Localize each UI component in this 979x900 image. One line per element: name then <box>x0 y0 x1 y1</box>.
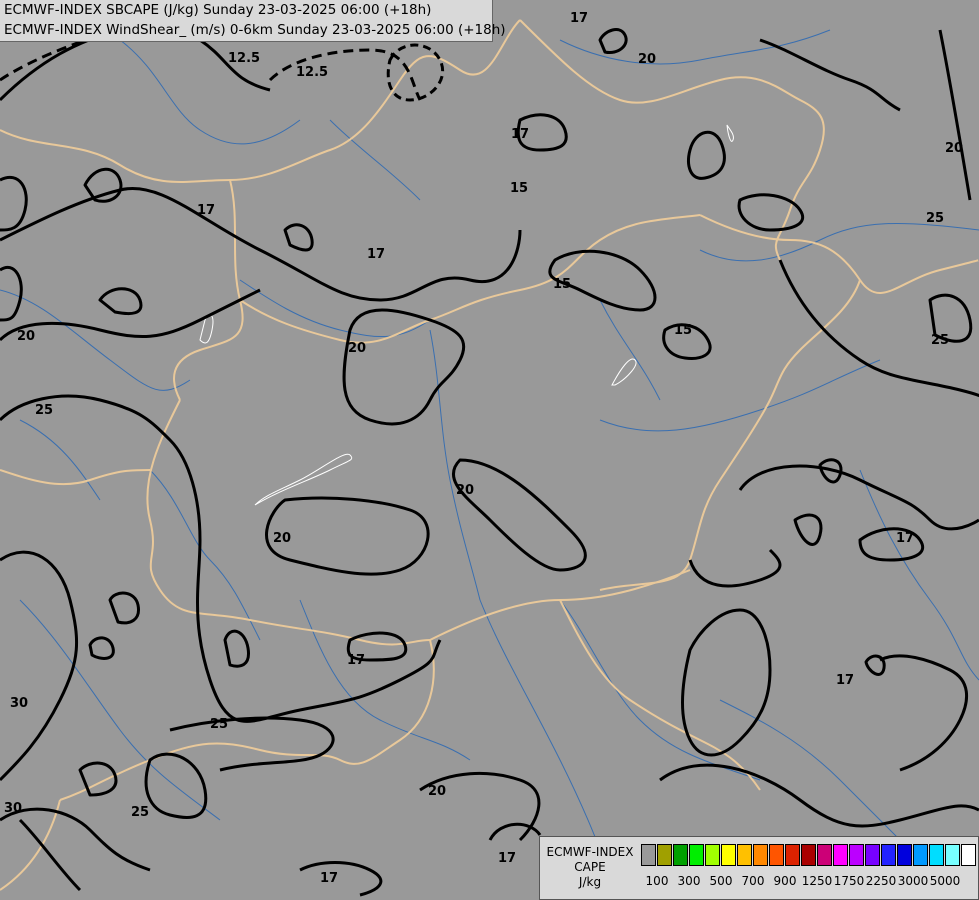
contour-label: 17 <box>320 871 338 886</box>
legend-swatch <box>737 844 752 866</box>
legend-tick-label: 5000 <box>929 874 961 888</box>
cape-legend: ECMWF-INDEX CAPE J/kg 100 300 500 700 900 125… <box>539 836 979 900</box>
contour-label: 17 <box>498 851 516 866</box>
legend-tick-label: 500 <box>709 874 733 888</box>
legend-swatch <box>753 844 768 866</box>
legend-color-scale <box>641 844 977 866</box>
legend-swatch <box>849 844 864 866</box>
contour-label: 20 <box>273 531 291 546</box>
contour-label: 30 <box>10 696 28 711</box>
contour-label: 17 <box>347 653 365 668</box>
contour-label: 20 <box>456 483 474 498</box>
legend-tick-label: 2250 <box>865 874 897 888</box>
legend-tick-label: 900 <box>773 874 797 888</box>
contour-label: 25 <box>926 211 944 226</box>
contour-label: 12.5 <box>228 51 260 66</box>
legend-swatch <box>897 844 912 866</box>
contour-label: 20 <box>638 52 656 67</box>
contour-label: 17 <box>367 247 385 262</box>
legend-unit: J/kg <box>578 875 602 889</box>
map-background <box>0 0 979 900</box>
contour-label: 20 <box>17 329 35 344</box>
legend-swatch <box>689 844 704 866</box>
legend-swatch <box>657 844 672 866</box>
legend-swatch <box>865 844 880 866</box>
legend-swatch <box>817 844 832 866</box>
legend-swatch <box>673 844 688 866</box>
legend-variable: CAPE <box>574 860 606 874</box>
contour-label: 20 <box>348 341 366 356</box>
contour-label: 25 <box>35 403 53 418</box>
map-title-box: ECMWF-INDEX SBCAPE (J/kg) Sunday 23-03-2… <box>0 0 506 42</box>
legend-source: ECMWF-INDEX <box>546 845 634 859</box>
legend-swatch <box>801 844 816 866</box>
legend-swatch <box>705 844 720 866</box>
legend-tick-label: 300 <box>677 874 701 888</box>
legend-tick-label: 700 <box>741 874 765 888</box>
legend-swatch <box>945 844 960 866</box>
legend-swatch <box>833 844 848 866</box>
map-title-windshear: ECMWF-INDEX WindShear_ (m/s) 0-6km Sunda… <box>4 22 506 38</box>
contour-label: 17 <box>511 127 529 142</box>
legend-swatch <box>785 844 800 866</box>
legend-swatch <box>721 844 736 866</box>
legend-tick-label: 1750 <box>833 874 865 888</box>
map-title-cape: ECMWF-INDEX SBCAPE (J/kg) Sunday 23-03-2… <box>4 2 432 18</box>
legend-swatch <box>913 844 928 866</box>
legend-tick-label: 3000 <box>897 874 929 888</box>
legend-tick-label: 1250 <box>801 874 833 888</box>
contour-label: 17 <box>836 673 854 688</box>
contour-label: 15 <box>510 181 528 196</box>
contour-label: 25 <box>210 717 228 732</box>
legend-ticks: 100 300 500 700 900 1250 1750 2250 3000 5000 <box>640 874 970 890</box>
contour-label: 15 <box>553 277 571 292</box>
contour-label: 25 <box>931 333 949 348</box>
contour-label: 17 <box>896 531 914 546</box>
legend-swatch <box>641 844 656 866</box>
contour-label: 17 <box>197 203 215 218</box>
contour-label: 25 <box>131 805 149 820</box>
contour-label: 30 <box>4 801 22 816</box>
legend-label: ECMWF-INDEX CAPE J/kg <box>546 845 634 890</box>
legend-swatch <box>881 844 896 866</box>
legend-swatch <box>929 844 944 866</box>
legend-swatch <box>961 844 976 866</box>
legend-tick-label: 100 <box>645 874 669 888</box>
legend-swatch <box>769 844 784 866</box>
contour-label: 12.5 <box>296 65 328 80</box>
contour-label: 20 <box>945 141 963 156</box>
contour-label: 17 <box>570 11 588 26</box>
contour-label: 15 <box>674 323 692 338</box>
map-canvas: 17 12.5 12.5 20 17 15 17 17 15 20 20 25 … <box>0 0 979 900</box>
contour-label: 20 <box>428 784 446 799</box>
